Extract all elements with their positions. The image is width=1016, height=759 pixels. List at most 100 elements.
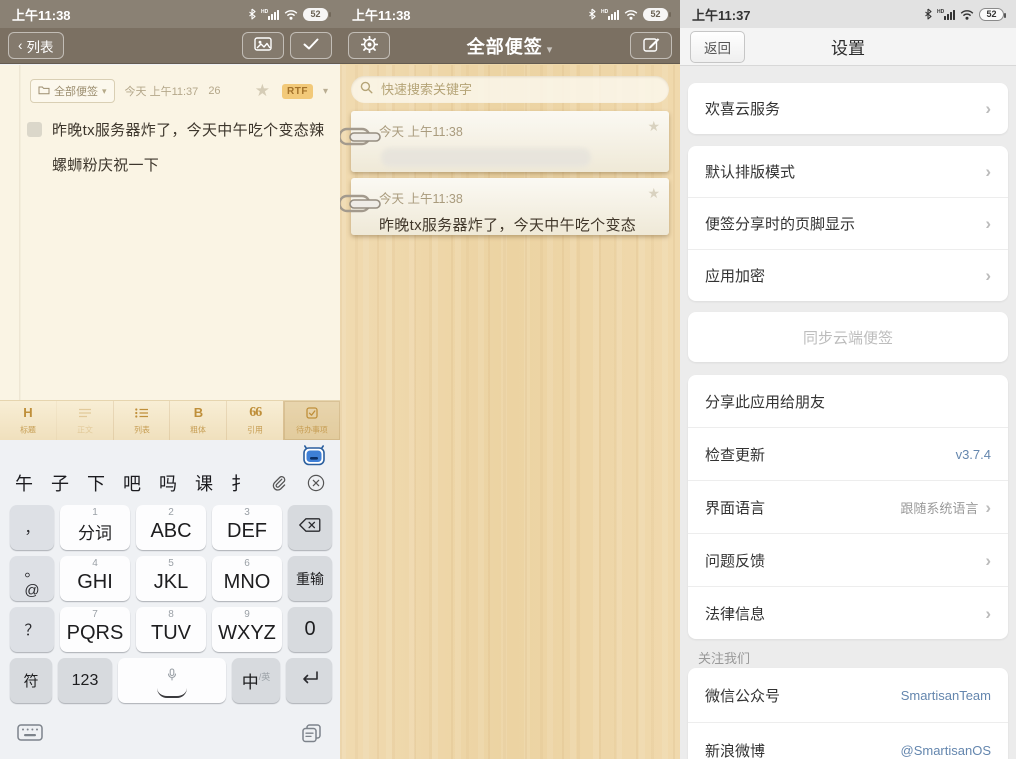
key-ghi[interactable]: 4GHI — [60, 556, 130, 601]
paperclip-icon[interactable] — [271, 475, 287, 491]
rtf-caret-icon[interactable]: ▾ — [323, 86, 328, 97]
page-crease — [19, 65, 21, 400]
hd-signal-icon: HD — [601, 8, 619, 20]
settings-group: 欢喜云服务 › — [688, 83, 1008, 134]
key-question[interactable]: ？ — [10, 607, 54, 652]
note-preview: 昨晚tx服务器炸了，今天中午吃个变态 — [379, 214, 659, 235]
clipboard-icon[interactable] — [301, 724, 323, 749]
close-candidates-icon[interactable] — [307, 474, 325, 492]
star-icon[interactable]: ★ — [647, 118, 660, 135]
key-reinput[interactable]: 重输 — [288, 556, 332, 601]
back-button[interactable]: 返回 — [690, 31, 745, 63]
key-enter[interactable] — [286, 658, 332, 703]
compose-note-button[interactable] — [630, 32, 672, 59]
format-todo-button[interactable]: 待办事项 — [283, 401, 340, 440]
key-numpad[interactable]: 123 — [58, 658, 112, 703]
note-text[interactable]: 昨晚tx服务器炸了，今天中午吃个变态辣螺蛳粉庆祝一下 — [52, 113, 327, 183]
search-input[interactable] — [379, 81, 660, 98]
row-check-update[interactable]: 检查更新 v3.7.4 — [688, 427, 1008, 480]
insert-image-button[interactable] — [242, 32, 284, 59]
row-feedback[interactable]: 问题反馈 › — [688, 533, 1008, 586]
note-meta-row: 全部便签 ▾ 今天 上午11:37 26 ★ RTF ▾ — [30, 79, 328, 103]
row-interface-language[interactable]: 界面语言 跟随系统语言 › — [688, 480, 1008, 533]
caret-down-icon: ▾ — [547, 44, 554, 56]
row-app-lock[interactable]: 应用加密 › — [688, 249, 1008, 301]
wechat-value: SmartisanTeam — [901, 688, 991, 703]
key-zero[interactable]: 0 — [288, 607, 332, 652]
check-icon — [303, 38, 319, 53]
favorite-star-icon[interactable]: ★ — [255, 81, 270, 101]
settings-button[interactable] — [348, 32, 390, 59]
key-def[interactable]: 3DEF — [212, 505, 282, 550]
paperclip-icon — [340, 193, 382, 220]
folder-icon — [38, 85, 50, 98]
row-wechat-account[interactable]: 微信公众号 SmartisanTeam — [688, 668, 1008, 722]
format-title-button[interactable]: H 标题 — [0, 401, 56, 440]
keyboard-footer — [17, 724, 323, 749]
candidate-bar: 午 子 下 吧 吗 课 扌 — [0, 466, 340, 500]
heading-icon: H — [23, 406, 32, 420]
row-cloud-service[interactable]: 欢喜云服务 › — [688, 83, 1008, 134]
key-backspace[interactable] — [288, 505, 332, 550]
collapse-keyboard-icon[interactable] — [17, 724, 43, 749]
confirm-button[interactable] — [290, 32, 332, 59]
key-comma[interactable]: ， — [10, 505, 54, 550]
status-time: 上午11:38 — [12, 5, 71, 24]
note-time: 今天 上午11:38 — [351, 178, 669, 207]
candidate[interactable]: 子 — [51, 470, 69, 496]
candidate[interactable]: 吗 — [159, 470, 177, 496]
note-edit-area[interactable]: 全部便签 ▾ 今天 上午11:37 26 ★ RTF ▾ 昨晚tx服务器炸了，今… — [0, 65, 340, 400]
battery-icon: 52 — [979, 8, 1004, 21]
redacted-note-preview — [381, 148, 591, 167]
sync-cloud-notes-button[interactable]: 同步云端便签 — [688, 312, 1008, 362]
key-mno[interactable]: 6MNO — [212, 556, 282, 601]
page-title[interactable]: 全部便签▾ — [400, 33, 620, 59]
status-time: 上午11:38 — [352, 5, 411, 24]
note-card[interactable]: 今天 上午11:38 ★ — [351, 111, 669, 172]
format-quote-button[interactable]: 66 引用 — [226, 401, 283, 440]
folder-selector[interactable]: 全部便签 ▾ — [30, 79, 115, 103]
row-share-footer[interactable]: 便签分享时的页脚显示 › — [688, 197, 1008, 249]
search-bar[interactable] — [351, 76, 669, 103]
key-jkl[interactable]: 5JKL — [136, 556, 206, 601]
key-space[interactable] — [118, 658, 226, 703]
key-pqrs[interactable]: 7PQRS — [60, 607, 130, 652]
row-weibo-account[interactable]: 新浪微博 @SmartisanOS — [688, 722, 1008, 759]
key-wxyz[interactable]: 9WXYZ — [212, 607, 282, 652]
candidate[interactable]: 午 — [15, 470, 33, 496]
editor-toolbar: ‹ 列表 — [0, 28, 340, 64]
format-bold-button[interactable]: B 粗体 — [169, 401, 226, 440]
backspace-icon — [298, 516, 322, 539]
chevron-right-icon: › — [985, 552, 991, 569]
key-abc[interactable]: 2ABC — [136, 505, 206, 550]
weibo-value: @SmartisanOS — [901, 743, 992, 758]
key-tuv[interactable]: 8TUV — [136, 607, 206, 652]
row-legal-info[interactable]: 法律信息 › — [688, 586, 1008, 639]
key-lang-toggle[interactable]: 中/英 — [232, 658, 280, 703]
note-card[interactable]: 今天 上午11:38 ★ 昨晚tx服务器炸了，今天中午吃个变态 — [351, 178, 669, 235]
candidate[interactable]: 下 — [87, 470, 105, 496]
format-body-button[interactable]: 正文 — [56, 401, 113, 440]
panel-notes-list: 上午11:38 HD 52 全部便签▾ 今 — [340, 0, 680, 759]
key-fenci[interactable]: 1分词 — [60, 505, 130, 550]
paperclip-icon — [340, 126, 382, 153]
candidate[interactable]: 扌 — [231, 470, 249, 496]
candidate[interactable]: 吧 — [123, 470, 141, 496]
row-default-layout[interactable]: 默认排版模式 › — [688, 146, 1008, 197]
todo-checkbox[interactable] — [27, 122, 42, 137]
key-symbols[interactable]: 符 — [10, 658, 52, 703]
row-share-app[interactable]: 分享此应用给朋友 — [688, 375, 1008, 427]
rtf-badge[interactable]: RTF — [282, 84, 313, 99]
hd-signal-icon: HD — [937, 8, 955, 20]
format-list-button[interactable]: 列表 — [113, 401, 170, 440]
status-bar: 上午11:38 HD 52 — [340, 0, 680, 28]
star-icon[interactable]: ★ — [647, 185, 660, 202]
mic-icon — [167, 664, 177, 687]
back-to-list-button[interactable]: ‹ 列表 — [8, 32, 64, 59]
smartisan-notes-screens: 上午11:38 HD 52 ‹ 列表 — [0, 0, 1016, 759]
bluetooth-icon — [924, 8, 932, 20]
key-period-at[interactable]: 。@ — [10, 556, 54, 601]
candidate[interactable]: 课 — [195, 470, 213, 496]
wood-background: 今天 上午11:38 ★ 今天 上午11:38 ★ 昨晚tx服务器炸了，今天中午… — [340, 65, 680, 759]
battery-icon: 52 — [643, 8, 668, 21]
